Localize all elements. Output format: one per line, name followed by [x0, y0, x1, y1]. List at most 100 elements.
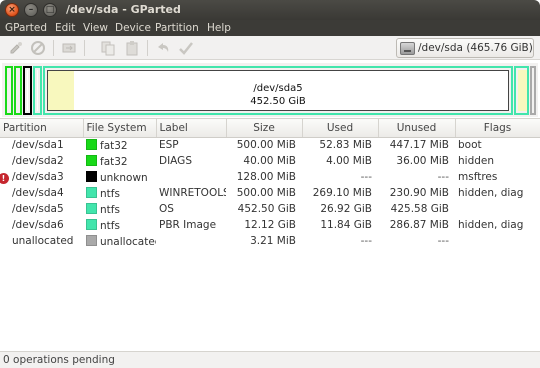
- cell-flags: [455, 233, 540, 249]
- cell-label: OS: [159, 203, 174, 215]
- cell-unused: 425.58 GiB: [390, 203, 449, 215]
- menu-edit[interactable]: Edit: [55, 22, 75, 34]
- cell-flags: msftres: [458, 171, 498, 183]
- cell-partition: /dev/sda1: [0, 137, 83, 153]
- cell-size: 500.00 MiB: [236, 139, 296, 152]
- cell-unused: 230.90 MiB: [389, 187, 449, 199]
- cell-used: ---: [360, 235, 372, 247]
- cell-label: ESP: [159, 139, 179, 152]
- copy-icon[interactable]: [100, 40, 116, 56]
- cell-unused: 286.87 MiB: [389, 219, 449, 231]
- menu-gparted[interactable]: GParted: [5, 22, 47, 34]
- table-row[interactable]: !/dev/sda3 unknown 128.00 MiB --- --- msftres: [0, 169, 540, 185]
- hard-drive-icon: [400, 42, 415, 55]
- cell-used: ---: [360, 171, 372, 183]
- apply-icon[interactable]: [178, 40, 194, 56]
- filesystem-color-swatch: [86, 170, 97, 182]
- cell-flags: hidden, diag: [458, 187, 524, 199]
- cell-flags: hidden: [458, 155, 495, 167]
- table-row[interactable]: /dev/sda6 ntfs PBR Image 12.12 GiB 11.84 GiB…: [0, 217, 540, 233]
- diskmap-segment-sda6[interactable]: [514, 66, 529, 115]
- diskmap-segment-sda5[interactable]: /dev/sda5 452.50 GiB: [43, 66, 513, 115]
- cell-filesystem: ntfs: [83, 201, 156, 217]
- cell-partition: !/dev/sda3: [0, 169, 83, 185]
- cell-partition: /dev/sda5: [0, 201, 83, 217]
- table-row[interactable]: /dev/sda2 fat32 DIAGS 40.00 MiB 4.00 MiB 36.0…: [0, 153, 540, 169]
- menu-bar: GParted Edit View Device Partition Help: [0, 20, 540, 36]
- cell-flags: hidden, diag: [458, 219, 524, 231]
- cell-used: 269.10 MiB: [312, 187, 372, 199]
- cell-partition: /dev/sda2: [0, 153, 83, 169]
- cell-filesystem: fat32: [83, 137, 156, 153]
- minimize-button[interactable]: –: [24, 3, 38, 17]
- cell-used: 4.00 MiB: [326, 155, 372, 167]
- cell-label: WINRETOOLS: [159, 187, 226, 199]
- cell-flags: boot: [458, 139, 482, 152]
- close-button[interactable]: ×: [5, 3, 19, 17]
- toolbar: /dev/sda (465.76 GiB): [0, 36, 540, 60]
- undo-icon[interactable]: [155, 40, 171, 56]
- column-header-flags[interactable]: Flags: [455, 119, 540, 138]
- partition-name: /dev/sda5: [12, 203, 64, 215]
- title-bar: × – □ /dev/sda - GParted: [0, 0, 540, 20]
- cell-partition: unallocated: [0, 233, 83, 249]
- minimize-icon: –: [28, 5, 34, 15]
- partition-name: unallocated: [12, 235, 74, 247]
- column-header-size[interactable]: Size: [226, 119, 303, 138]
- device-selector-label: /dev/sda (465.76 GiB): [418, 42, 533, 54]
- cell-unused: ---: [437, 235, 449, 247]
- paste-icon[interactable]: [124, 40, 140, 56]
- cell-partition: /dev/sda4: [0, 185, 83, 201]
- window-title: /dev/sda - GParted: [66, 3, 181, 16]
- filesystem-color-swatch: [86, 186, 97, 198]
- menu-view[interactable]: View: [83, 22, 108, 34]
- cell-label: DIAGS: [159, 155, 192, 167]
- cell-unused: 447.17 MiB: [389, 139, 449, 152]
- table-row[interactable]: unallocated unallocated 3.21 MiB --- ---: [0, 233, 540, 249]
- diskmap-segment-sda3[interactable]: [23, 66, 32, 115]
- filesystem-name: fat32: [100, 155, 128, 168]
- menu-help[interactable]: Help: [207, 22, 231, 34]
- new-icon[interactable]: [8, 40, 24, 56]
- table-row[interactable]: /dev/sda4 ntfs WINRETOOLS 500.00 MiB 269.10 …: [0, 185, 540, 201]
- column-header-used[interactable]: Used: [302, 119, 379, 138]
- diskmap-segment-sda1[interactable]: [5, 66, 13, 115]
- cell-label: [156, 169, 226, 185]
- column-header-label[interactable]: Label: [156, 119, 227, 138]
- column-header-filesystem[interactable]: File System: [83, 119, 157, 138]
- filesystem-name: ntfs: [100, 203, 120, 216]
- toolbar-separator: [53, 40, 54, 56]
- filesystem-name: ntfs: [100, 187, 120, 200]
- diskmap-selected-size: 452.50 GiB: [250, 96, 306, 107]
- diskmap-segment-sda4[interactable]: [33, 66, 42, 115]
- cell-filesystem: ntfs: [83, 185, 156, 201]
- cell-label: [156, 233, 226, 249]
- filesystem-color-swatch: [86, 154, 97, 166]
- cell-size: 12.12 GiB: [244, 219, 296, 231]
- maximize-button[interactable]: □: [43, 3, 57, 17]
- diskmap-segment-sda2[interactable]: [14, 66, 22, 115]
- diskmap-segment-unallocated[interactable]: [530, 66, 536, 115]
- menu-partition[interactable]: Partition: [155, 22, 199, 34]
- column-header-partition[interactable]: Partition: [0, 119, 84, 138]
- warning-icon: !: [0, 172, 9, 184]
- filesystem-name: unknown: [100, 171, 148, 184]
- cell-filesystem: fat32: [83, 153, 156, 169]
- cell-filesystem: unknown: [83, 169, 156, 185]
- diskmap-selected-name: /dev/sda5: [253, 83, 303, 94]
- toolbar-separator: [84, 40, 85, 56]
- maximize-icon: □: [45, 5, 55, 15]
- partition-table: Partition File System Label Size Used Un…: [0, 118, 540, 351]
- device-selector[interactable]: /dev/sda (465.76 GiB): [396, 38, 534, 58]
- cell-label: PBR Image: [159, 219, 217, 231]
- table-row[interactable]: /dev/sda5 ntfs OS 452.50 GiB 26.92 GiB 425.58…: [0, 201, 540, 217]
- table-row[interactable]: /dev/sda1 fat32 ESP 500.00 MiB 52.83 MiB 447.…: [0, 137, 540, 153]
- cell-size: 40.00 MiB: [243, 155, 296, 167]
- cell-flags: [455, 201, 540, 217]
- resize-icon[interactable]: [61, 40, 77, 56]
- cell-used: 26.92 GiB: [320, 203, 372, 215]
- column-header-unused[interactable]: Unused: [378, 119, 456, 138]
- menu-device[interactable]: Device: [115, 22, 151, 34]
- cell-used: 52.83 MiB: [319, 139, 372, 152]
- delete-icon[interactable]: [30, 40, 46, 56]
